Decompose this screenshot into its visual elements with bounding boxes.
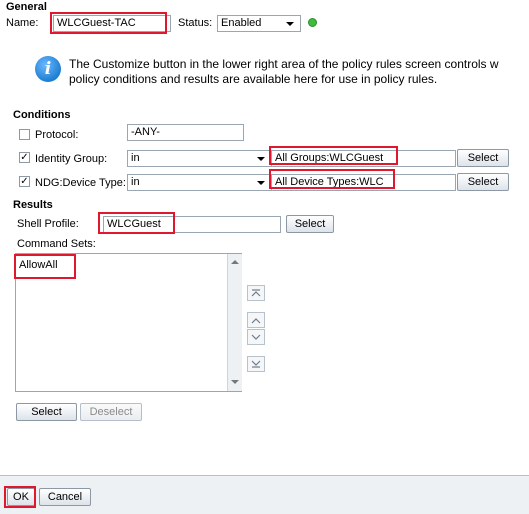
command-set-deselect-button[interactable]: Deselect [80,403,142,421]
device-type-operator[interactable]: in [127,174,272,191]
device-type-highlight [269,169,395,189]
device-type-select-button[interactable]: Select [457,173,509,191]
chevron-down-icon [257,157,265,161]
info-line-2: policy conditions and results are availa… [69,72,438,86]
status-value: Enabled [221,17,262,29]
info-line-1: The Customize button in the lower right … [69,57,499,71]
shell-profile-label: Shell Profile: [17,218,79,230]
shell-profile-select-button[interactable]: Select [286,215,334,233]
policy-rule-panel: General Name: WLCGuest-TAC Status: Enabl… [0,0,529,475]
chevron-down-icon [257,181,265,185]
command-sets-highlight [14,254,76,279]
identity-group-label: Identity Group: [35,153,108,165]
status-label: Status: [178,17,213,29]
command-sets-scrollbar[interactable] [227,254,242,391]
identity-group-operator-value: in [131,152,140,164]
chevron-down-icon [286,22,294,26]
name-highlight [50,12,167,34]
move-top-icon[interactable] [247,285,265,301]
cancel-button[interactable]: Cancel [39,488,91,506]
command-set-select-button[interactable]: Select [16,403,77,421]
identity-group-operator[interactable]: in [127,150,272,167]
device-type-checkbox[interactable]: ✓ [19,176,30,187]
move-bottom-icon[interactable] [247,356,265,372]
protocol-label: Protocol: [35,129,79,141]
ok-highlight [4,486,36,508]
scroll-down-icon[interactable] [231,380,239,384]
move-up-icon[interactable] [247,312,265,328]
status-enabled-icon [308,18,317,27]
conditions-header: Conditions [13,109,71,121]
identity-group-highlight [269,146,398,165]
name-label: Name: [6,17,39,29]
shell-profile-highlight [98,212,175,234]
general-header: General [6,1,47,13]
identity-group-checkbox[interactable]: ✓ [19,152,30,163]
status-select[interactable]: Enabled [217,15,301,32]
device-type-label: NDG:Device Type: [35,177,126,189]
info-icon: i [35,56,61,82]
protocol-checkbox[interactable] [19,129,30,140]
command-sets-label: Command Sets: [17,238,96,250]
dialog-footer: OK Cancel [0,475,529,514]
device-type-operator-value: in [131,176,140,188]
results-header: Results [13,199,53,211]
move-down-icon[interactable] [247,329,265,345]
scroll-up-icon[interactable] [231,260,239,264]
identity-group-select-button[interactable]: Select [457,149,509,167]
protocol-input[interactable]: -ANY- [127,124,244,141]
